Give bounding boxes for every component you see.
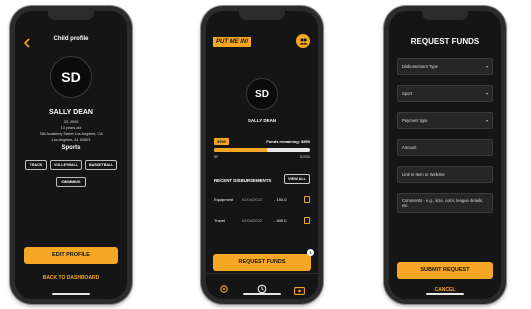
home-indicator xyxy=(52,293,90,295)
phone-notch xyxy=(422,11,468,20)
field-label: Sport xyxy=(402,91,413,96)
scale-max: $1000 xyxy=(300,155,310,159)
sport-select[interactable]: Sport ▾ xyxy=(397,85,493,102)
budget-badge: $550 xyxy=(214,138,229,145)
disbursement-date: 02/04/2022 xyxy=(242,217,263,223)
sport-tag-swimming: SWIMMING xyxy=(56,177,86,187)
submit-request-button[interactable]: SUBMIT REQUEST xyxy=(397,262,493,279)
avatar: SD xyxy=(50,56,92,98)
sports-tags-row2: SWIMMING xyxy=(21,177,121,187)
page-title: Child profile xyxy=(53,36,89,42)
home-indicator xyxy=(426,293,464,295)
field-label: Disbursement Type xyxy=(402,64,438,69)
field-placeholder: Comments - e.g., size, color, league det… xyxy=(402,198,484,208)
amount-input[interactable]: Amount xyxy=(397,139,493,156)
link-input[interactable]: Link to Item or Website xyxy=(397,166,493,183)
field-label: Payment type xyxy=(402,118,428,123)
phone-notch xyxy=(48,11,94,20)
disbursement-category: Travel xyxy=(214,217,225,223)
child-name: SALLY DEAN xyxy=(247,118,277,123)
dashboard-screen: PUT ME IN! SD SALLY DEAN $550 Funds rema… xyxy=(206,11,318,299)
edit-profile-button[interactable]: EDIT PROFILE xyxy=(24,247,118,264)
profile-switch-icon[interactable] xyxy=(296,34,310,48)
child-dob: 3/1 2009 xyxy=(63,120,79,124)
notification-badge: 1 xyxy=(307,249,314,256)
page-title: REQUEST FUNDS xyxy=(410,37,480,46)
disbursement-row[interactable]: Equipment 02/04/2022 - 150.0 xyxy=(214,194,310,204)
child-name: SALLY DEAN xyxy=(49,109,93,116)
avatar-initials: SD xyxy=(61,69,81,85)
funds-remaining: Funds remaining: $950 xyxy=(266,139,310,144)
field-placeholder: Link to Item or Website xyxy=(402,172,445,177)
sports-heading: Sports xyxy=(61,145,81,151)
home-indicator xyxy=(243,293,281,295)
funds-progress-fill xyxy=(214,148,267,152)
phone-notch xyxy=(239,11,285,20)
disbursement-row[interactable]: Travel 02/04/2022 - 400.0 xyxy=(214,215,310,225)
funds-progress-track xyxy=(214,148,310,152)
settings-icon[interactable] xyxy=(219,281,229,293)
sport-tag-track: TRACK xyxy=(25,160,47,170)
avatar: SD xyxy=(246,78,278,110)
disbursement-type-select[interactable]: Disbursement Type ▾ xyxy=(397,58,493,75)
disbursement-amount: - 400.0 xyxy=(274,217,287,223)
view-all-button[interactable]: VIEW ALL xyxy=(284,174,310,184)
disbursement-date: 02/04/2022 xyxy=(242,196,263,202)
history-icon[interactable] xyxy=(257,281,267,294)
child-address-line1: 766 Academy Street Los Angeles, CA xyxy=(39,132,103,136)
scale-min: $0 xyxy=(214,155,218,159)
back-to-dashboard-link[interactable]: BACK TO DASHBOARD xyxy=(15,275,127,281)
sports-tags: TRACK VOLLEYBALL BASKETBALL xyxy=(21,160,121,170)
chevron-down-icon: ▾ xyxy=(485,64,488,69)
bottom-nav xyxy=(206,273,318,299)
child-age: 13 years old xyxy=(60,126,82,130)
request-funds-button[interactable]: REQUEST FUNDS xyxy=(213,254,311,271)
sport-tag-basketball: BASKETBALL xyxy=(85,160,117,170)
sport-tag-volleyball: VOLLEYBALL xyxy=(50,160,82,170)
phone-dashboard: PUT ME IN! SD SALLY DEAN $550 Funds rema… xyxy=(201,6,323,304)
app-logo: PUT ME IN! xyxy=(213,37,252,47)
comments-input[interactable]: Comments - e.g., size, color, league det… xyxy=(397,193,493,213)
chevron-down-icon: ▾ xyxy=(485,118,488,123)
chevron-down-icon: ▾ xyxy=(485,91,488,96)
phone-request-funds: REQUEST FUNDS Disbursement Type ▾ Sport … xyxy=(384,6,506,304)
receipt-icon[interactable] xyxy=(304,216,310,224)
recent-disbursements-heading: RECENT DISBURSEMENTS xyxy=(214,178,272,183)
money-icon[interactable] xyxy=(294,282,305,295)
request-funds-screen: REQUEST FUNDS Disbursement Type ▾ Sport … xyxy=(389,11,501,299)
avatar-initials: SD xyxy=(255,88,269,100)
phone-child-profile: Child profile SD SALLY DEAN 3/1 2009 13 … xyxy=(10,6,132,304)
disbursement-amount: - 150.0 xyxy=(274,196,287,202)
receipt-icon[interactable] xyxy=(304,195,310,203)
child-profile-screen: Child profile SD SALLY DEAN 3/1 2009 13 … xyxy=(15,11,127,299)
field-placeholder: Amount xyxy=(402,145,417,150)
payment-type-select[interactable]: Payment type ▾ xyxy=(397,112,493,129)
child-address-line2: Los Angeles, AL 90803 xyxy=(51,138,91,142)
disbursement-category: Equipment xyxy=(214,196,234,202)
